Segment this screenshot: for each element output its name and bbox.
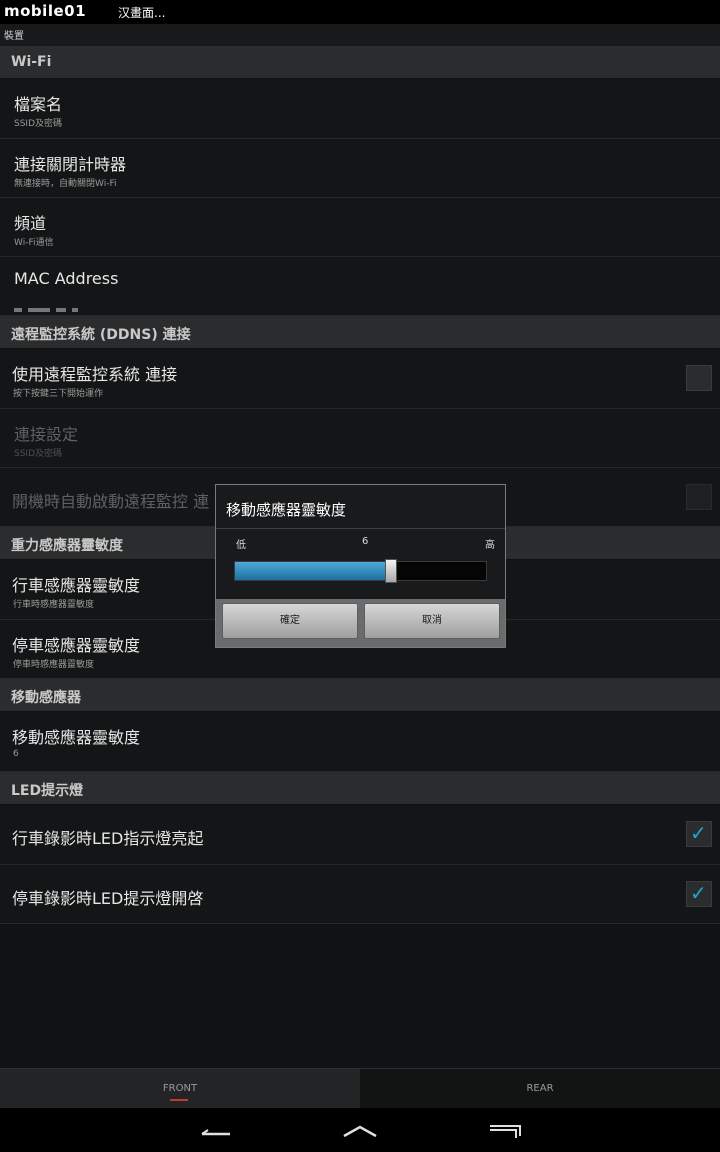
tab-label: REAR (526, 1083, 554, 1094)
sensitivity-slider[interactable] (234, 559, 487, 583)
tab-label: FRONT (162, 1083, 198, 1094)
recent-apps-icon[interactable] (486, 1120, 526, 1142)
slider-fill (235, 562, 391, 580)
ok-button[interactable]: 確定 (222, 603, 358, 639)
slider-max-label: 高 (485, 540, 495, 551)
tab-front[interactable]: FRONT (0, 1069, 360, 1109)
dialog-title: 移動感應器靈敏度 (226, 501, 347, 519)
system-nav-bar (0, 1108, 720, 1152)
sensitivity-dialog: 移動感應器靈敏度 低 6 高 確定 取消 (215, 484, 506, 648)
slider-thumb[interactable] (385, 559, 397, 583)
slider-min-label: 低 (236, 540, 246, 551)
dialog-divider (216, 528, 505, 529)
tab-indicator (170, 1099, 188, 1101)
tab-rear[interactable]: REAR (360, 1069, 720, 1109)
back-icon[interactable] (196, 1120, 236, 1142)
slider-value: 6 (362, 536, 369, 547)
home-icon[interactable] (340, 1120, 380, 1142)
camera-tab-bar: FRONT REAR (0, 1068, 720, 1109)
cancel-button[interactable]: 取消 (364, 603, 500, 639)
dialog-overlay: 移動感應器靈敏度 低 6 高 確定 取消 (0, 0, 720, 1068)
dialog-button-bar: 確定 取消 (216, 599, 505, 647)
